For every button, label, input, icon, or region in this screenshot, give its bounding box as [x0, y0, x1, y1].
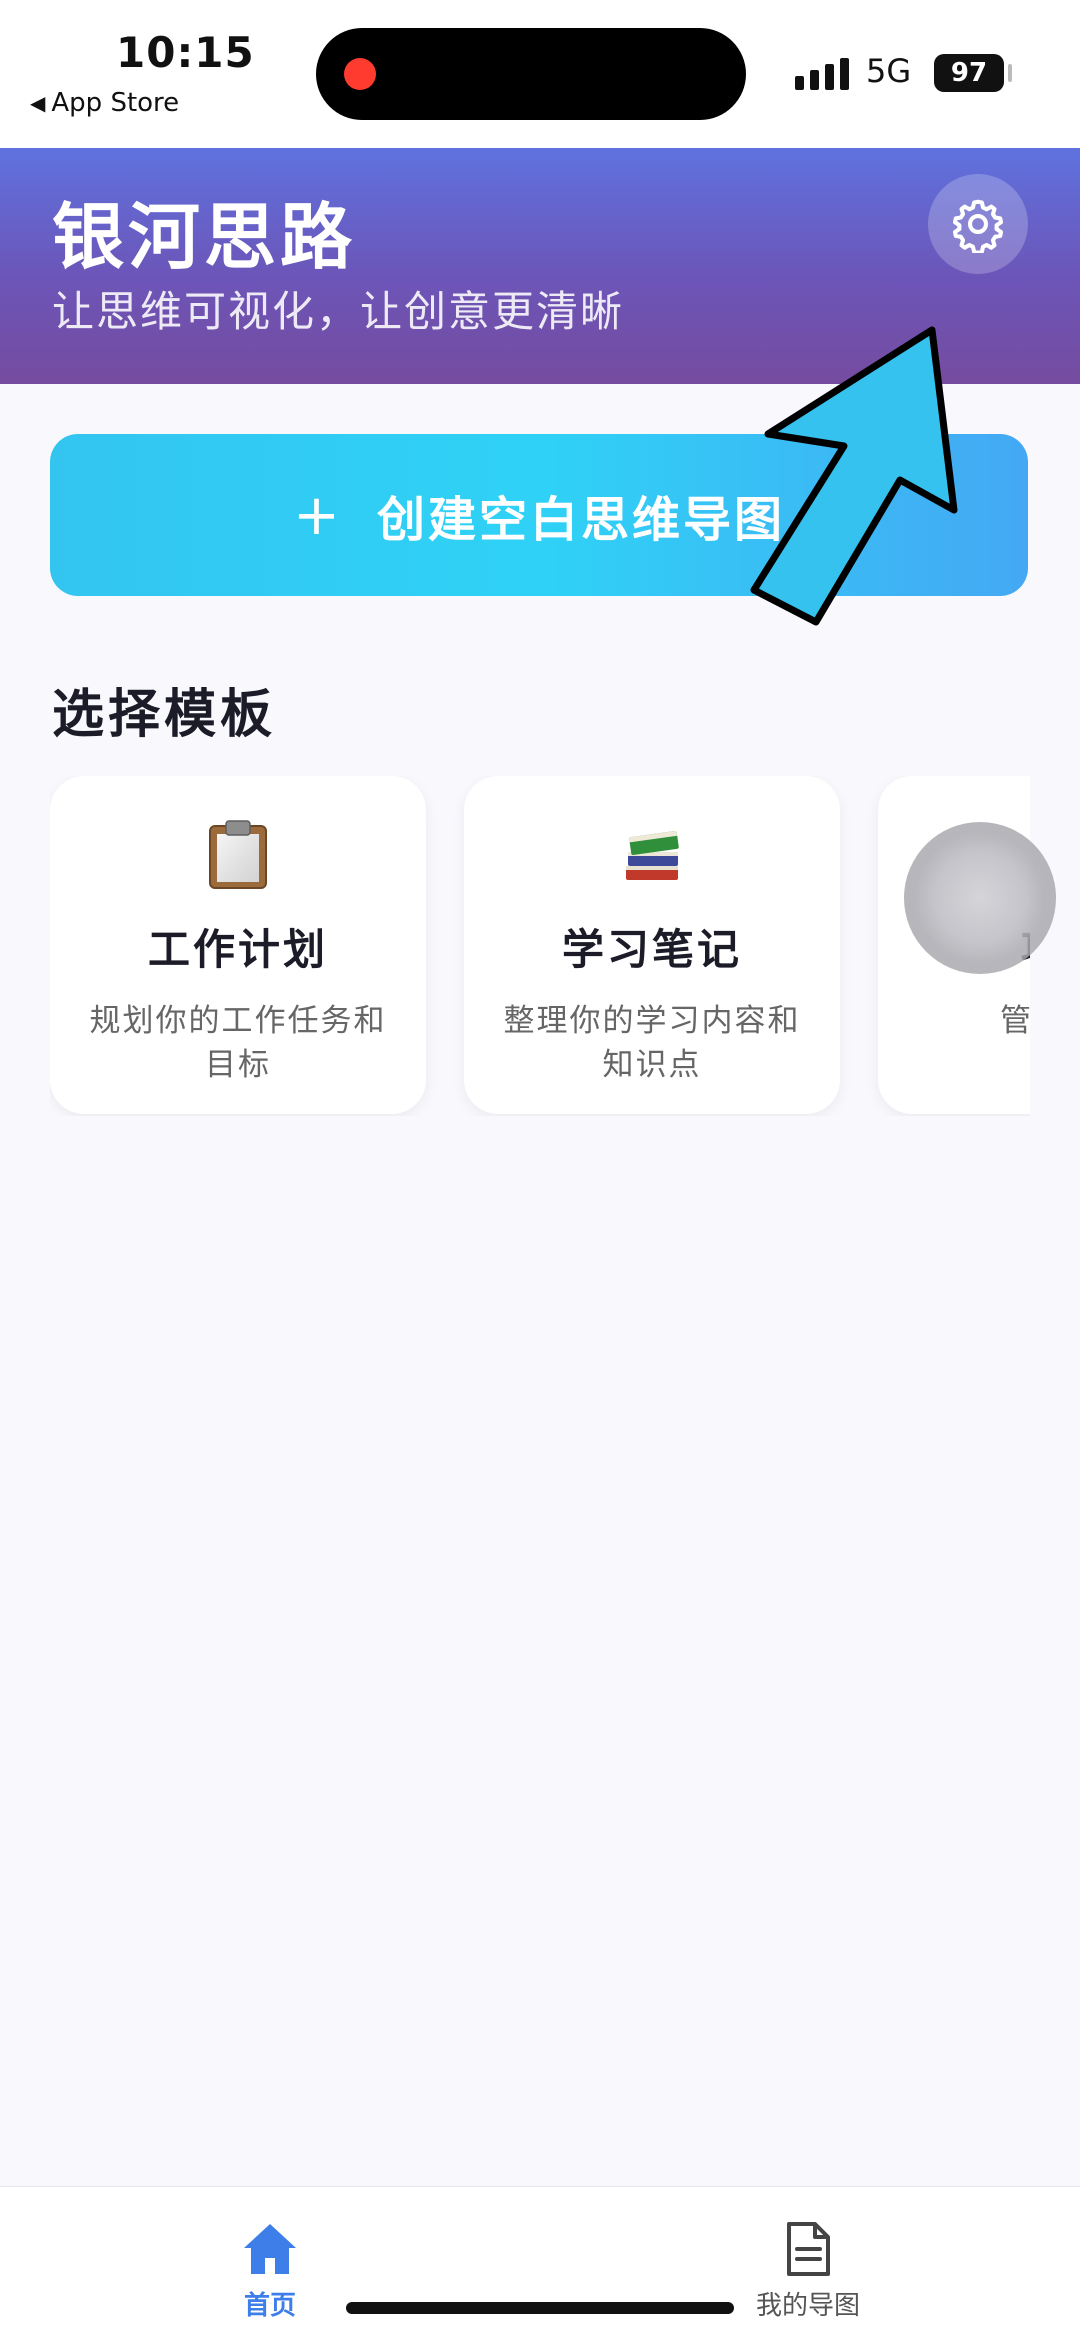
plus-icon: +: [293, 482, 343, 548]
templates-section-title: 选择模板: [52, 685, 277, 745]
app-screen: 10:15 ◀ App Store 5G 97 银河思路 让思维可视化，让创意更…: [0, 0, 1080, 2336]
template-description: 整理你的学习内容和知识点: [503, 1003, 801, 1083]
battery-cap: [1008, 64, 1012, 82]
template-description: 管理项目: [1000, 1003, 1030, 1039]
tab-my-maps[interactable]: 我的导图: [708, 2221, 908, 2322]
templates-carousel[interactable]: 工作计划 规划你的工作任务和目标 学习笔记 整理你的学习内容和知识点 项目: [50, 776, 1030, 1116]
home-indicator[interactable]: [346, 2302, 734, 2314]
tab-label: 首页: [243, 2291, 296, 2321]
status-time: 10:15: [116, 28, 255, 77]
app-title: 银河思路: [52, 195, 357, 279]
battery-icon: 97: [934, 54, 1004, 92]
back-triangle-icon: ◀: [30, 91, 46, 115]
tab-home[interactable]: 首页: [170, 2221, 370, 2322]
books-icon: [626, 830, 679, 880]
app-subtitle: 让思维可视化，让创意更清晰: [52, 287, 625, 336]
signal-bars-icon: [795, 58, 849, 90]
tab-label: 我的导图: [755, 2291, 860, 2321]
create-button-label: 创建空白思维导图: [376, 492, 785, 548]
template-description: 规划你的工作任务和目标: [89, 1003, 387, 1083]
back-label: App Store: [51, 88, 180, 118]
network-type: 5G: [866, 52, 912, 90]
template-card-work-plan[interactable]: 工作计划 规划你的工作任务和目标: [50, 776, 426, 1114]
template-title: 工作计划: [147, 925, 328, 974]
template-title: 学习笔记: [561, 925, 742, 974]
home-icon: [244, 2224, 296, 2274]
settings-button[interactable]: [928, 174, 1028, 274]
battery-level: 97: [950, 58, 988, 88]
clipboard-icon: [209, 820, 267, 889]
status-bar: 10:15 ◀ App Store 5G 97: [0, 0, 1080, 148]
template-card-study-notes[interactable]: 学习笔记 整理你的学习内容和知识点: [464, 776, 840, 1114]
back-to-app-store[interactable]: ◀ App Store: [30, 88, 179, 118]
assistive-touch-button[interactable]: [904, 822, 1056, 974]
gear-icon: [952, 199, 1004, 253]
document-icon: [787, 2222, 830, 2276]
recording-dot-icon: [344, 58, 376, 90]
dynamic-island: [316, 28, 746, 120]
annotation-arrow-icon: [750, 326, 958, 626]
templates-track: 工作计划 规划你的工作任务和目标 学习笔记 整理你的学习内容和知识点 项目: [50, 776, 1030, 1114]
